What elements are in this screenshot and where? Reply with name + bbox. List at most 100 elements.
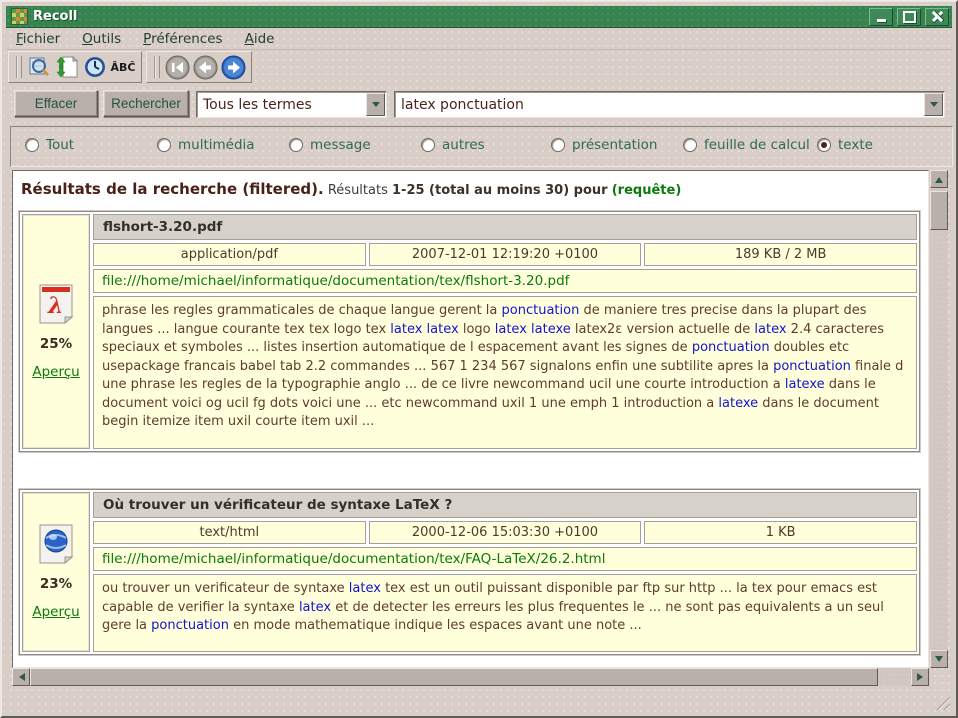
arrow-left-icon	[15, 673, 25, 681]
horizontal-scrollbar[interactable]	[12, 668, 929, 686]
radio-icon	[551, 138, 565, 152]
filter-multimedia[interactable]: multimédia	[157, 137, 255, 153]
result-mimetype: text/html	[93, 521, 366, 544]
result-item-2: 23% Aperçu Où trouver un vérificateur de…	[19, 489, 920, 655]
result-meta-row: application/pdf 2007-12-01 12:19:20 +010…	[93, 243, 917, 266]
toolbar-group-tools: ÂBĈ	[8, 51, 142, 83]
relevance-percent: 25%	[40, 336, 72, 352]
scroll-left-button[interactable]	[12, 668, 30, 686]
menu-aide[interactable]: Aide	[245, 31, 275, 47]
filter-label: Tout	[46, 137, 74, 153]
next-page-icon	[221, 55, 246, 80]
toolbar: ÂBĈ	[8, 51, 256, 83]
radio-icon	[25, 138, 39, 152]
chevron-down-icon	[372, 102, 380, 111]
chevron-down-icon	[930, 102, 938, 111]
filter-message[interactable]: message	[289, 137, 371, 153]
preview-link[interactable]: Aperçu	[32, 364, 79, 380]
filter-feuille-de-calcul[interactable]: feuille de calcul	[683, 137, 810, 153]
menu-fichier[interactable]: Fichier	[16, 31, 60, 47]
first-page-button[interactable]	[163, 54, 191, 80]
preview-link[interactable]: Aperçu	[32, 604, 79, 620]
result-1-side: λ 25% Aperçu	[22, 214, 90, 449]
window-title: Recoll	[33, 9, 865, 24]
result-url-link[interactable]: file:///home/michael/informatique/docume…	[102, 273, 569, 289]
document-search-button[interactable]	[25, 54, 53, 80]
filter-label: feuille de calcul	[704, 137, 810, 153]
toolbar-group-nav	[146, 51, 252, 83]
horizontal-scroll-thumb[interactable]	[30, 668, 878, 686]
term-explorer-button[interactable]: ÂBĈ	[109, 54, 137, 80]
radio-icon	[683, 138, 697, 152]
recoll-window: Recoll Fichier Outils Préférences Aide	[0, 0, 958, 718]
query-history-dropdown-button[interactable]	[924, 93, 943, 116]
search-mode-select[interactable]: Tous les termes	[196, 91, 387, 118]
filter-label: texte	[838, 137, 873, 153]
result-mimetype: application/pdf	[93, 243, 366, 266]
scroll-down-button[interactable]	[930, 650, 948, 668]
result-url-cell: file:///home/michael/informatique/docume…	[93, 269, 917, 293]
vertical-scrollbar[interactable]	[930, 170, 948, 668]
filter-autres[interactable]: autres	[421, 137, 485, 153]
result-snippet: ou trouver un verificateur de syntaxe la…	[93, 574, 917, 652]
pdf-document-icon[interactable]: λ	[38, 284, 74, 324]
menu-preferences[interactable]: Préférences	[143, 31, 222, 47]
category-filter-panel: Tout multimédia message autres présentat…	[10, 126, 953, 167]
maximize-button[interactable]	[897, 8, 921, 26]
maximize-icon	[903, 11, 916, 23]
clear-button[interactable]: Effacer	[14, 90, 98, 117]
result-date: 2007-12-01 12:19:20 +0100	[369, 243, 642, 266]
results-viewport: Résultats de la recherche (filtered). Ré…	[12, 170, 929, 668]
query-input[interactable]	[395, 97, 923, 113]
vertical-scroll-thumb[interactable]	[930, 191, 948, 230]
result-item-1: λ 25% Aperçu flshort-3.20.pdf applicatio…	[19, 211, 920, 452]
scroll-right-button[interactable]	[911, 668, 929, 686]
results-count-range: 1-25 (total au moins 30) pour	[392, 183, 608, 198]
result-meta-row: text/html 2000-12-06 15:03:30 +0100 1 KB	[93, 521, 917, 544]
svg-text:λ: λ	[47, 293, 63, 319]
term-explorer-abc-icon: ÂBĈ	[111, 61, 136, 74]
radio-icon	[289, 138, 303, 152]
filter-label: présentation	[572, 137, 657, 153]
search-button[interactable]: Rechercher	[103, 90, 189, 117]
arrow-down-icon	[935, 656, 943, 666]
history-clock-icon	[83, 55, 107, 79]
scroll-up-button[interactable]	[930, 170, 948, 188]
query-details-link[interactable]: (requête)	[612, 183, 682, 198]
sort-button[interactable]	[53, 54, 81, 80]
filter-tout[interactable]: Tout	[25, 137, 74, 153]
results-count-prefix: Résultats	[328, 183, 388, 198]
previous-page-icon	[193, 55, 218, 80]
menubar: Fichier Outils Préférences Aide	[6, 28, 952, 50]
result-url-link[interactable]: file:///home/michael/informatique/docume…	[102, 551, 605, 567]
filter-label: message	[310, 137, 371, 153]
relevance-percent: 23%	[40, 576, 72, 592]
result-title: Où trouver un vérificateur de syntaxe La…	[93, 492, 917, 518]
recoll-app-icon	[12, 9, 27, 24]
result-2-body: Où trouver un vérificateur de syntaxe La…	[93, 492, 917, 652]
previous-page-button[interactable]	[191, 54, 219, 80]
toolbar-handle[interactable]	[16, 56, 22, 78]
toolbar-handle[interactable]	[154, 56, 160, 78]
result-size: 189 KB / 2 MB	[644, 243, 917, 266]
minimize-button[interactable]	[869, 8, 893, 26]
window-resize-grip[interactable]	[934, 694, 950, 710]
result-date: 2000-12-06 15:03:30 +0100	[369, 521, 642, 544]
history-button[interactable]	[81, 54, 109, 80]
filter-presentation[interactable]: présentation	[551, 137, 657, 153]
search-mode-value: Tous les termes	[197, 97, 365, 113]
filter-texte[interactable]: texte	[817, 137, 873, 153]
next-page-button[interactable]	[219, 54, 247, 80]
result-snippet: phrase les regles grammaticales de chaqu…	[93, 296, 917, 449]
search-row: Effacer Rechercher Tous les termes	[2, 90, 958, 118]
close-button[interactable]	[925, 8, 949, 26]
close-icon	[932, 11, 943, 22]
filter-label: autres	[442, 137, 485, 153]
result-1-body: flshort-3.20.pdf application/pdf 2007-12…	[93, 214, 917, 449]
results-header: Résultats de la recherche (filtered). Ré…	[21, 180, 922, 198]
document-search-icon	[27, 55, 51, 79]
result-size: 1 KB	[644, 521, 917, 544]
search-mode-dropdown-button[interactable]	[366, 93, 385, 116]
html-document-icon[interactable]	[38, 524, 74, 564]
menu-outils[interactable]: Outils	[82, 31, 121, 47]
